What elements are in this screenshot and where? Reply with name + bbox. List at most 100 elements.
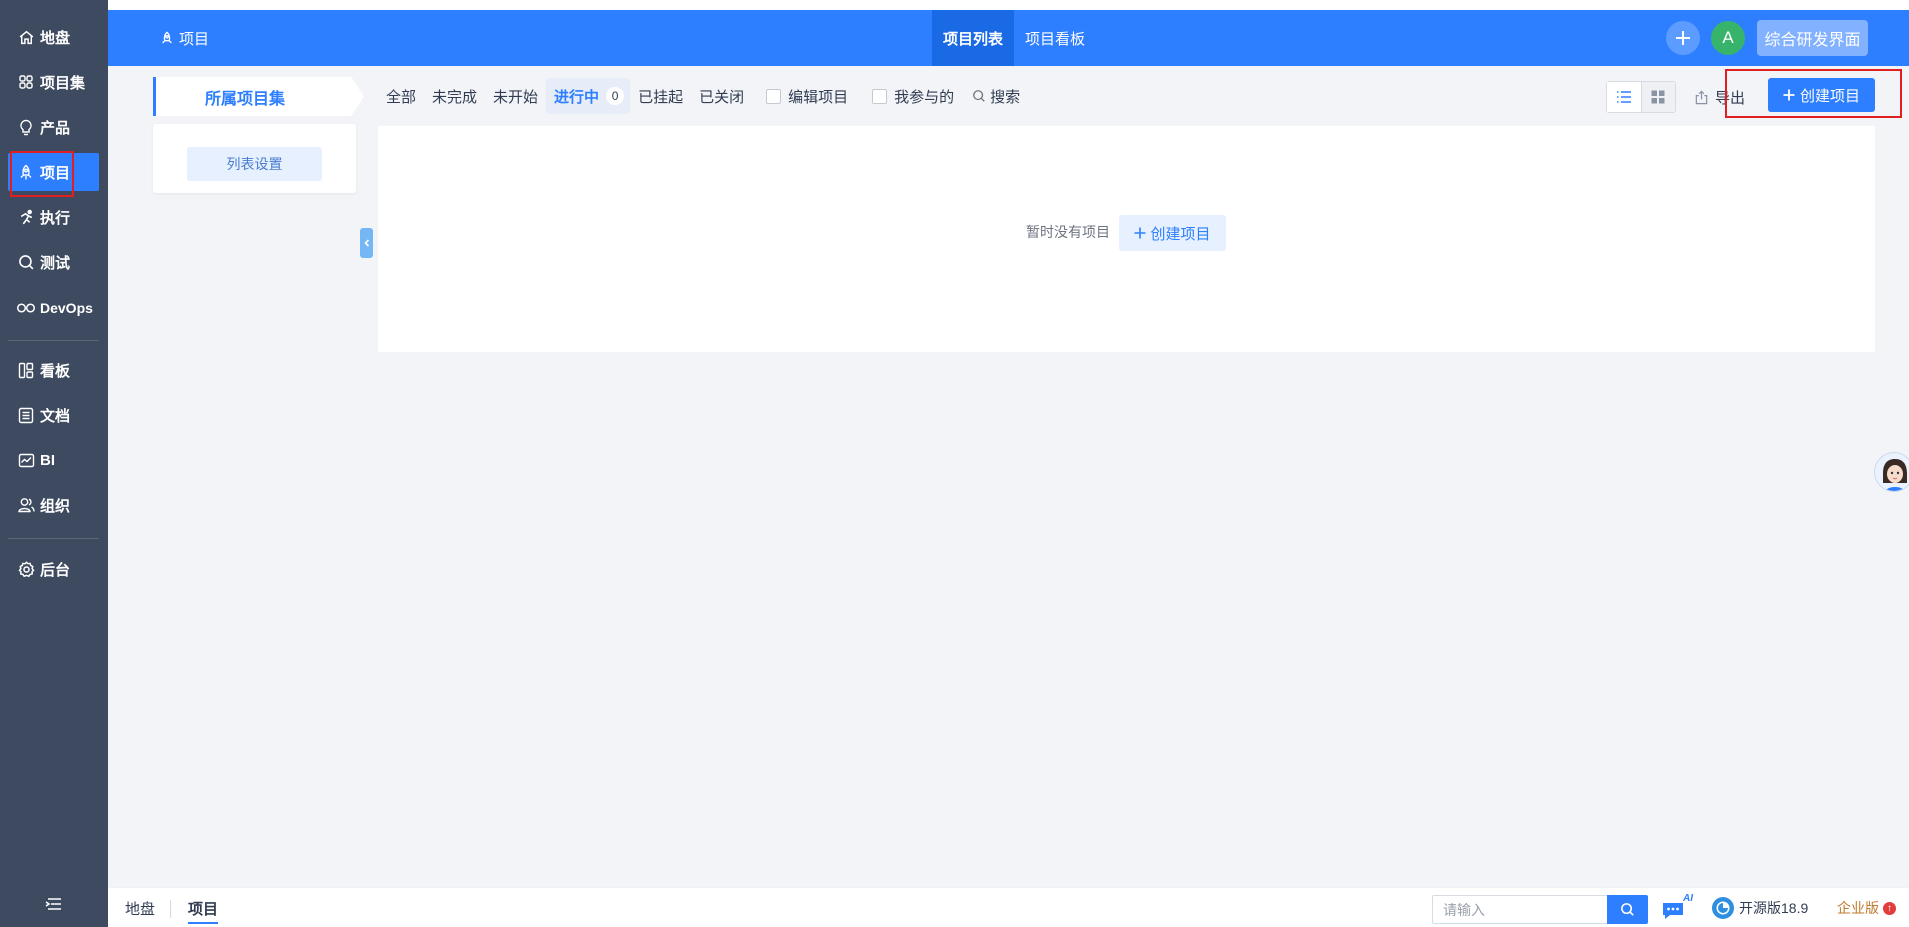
- sidebar-item-label: 后台: [40, 561, 71, 579]
- chevron-left-icon: [363, 239, 369, 247]
- empty-create-label: 创建项目: [1150, 225, 1211, 243]
- bottom-bar: 地盘 项目 请输入 AI 开源版18.9 企业版 ↑: [108, 887, 1909, 927]
- sidebar-item-testing[interactable]: 测试: [8, 243, 99, 281]
- enterprise-edition-link[interactable]: 企业版 ↑: [1837, 888, 1896, 927]
- empty-message: 暂时没有项目: [1026, 224, 1110, 240]
- filter-suspended[interactable]: 已挂起: [630, 78, 691, 114]
- program-set-header[interactable]: 所属项目集: [153, 77, 364, 116]
- top-strip: [0, 0, 1909, 10]
- filter-closed[interactable]: 已关闭: [691, 78, 752, 114]
- ai-badge: AI: [1683, 893, 1693, 904]
- card-view-button[interactable]: [1640, 82, 1675, 112]
- sidebar-item-label: 测试: [40, 254, 71, 272]
- tab-project-kanban[interactable]: 项目看板: [1014, 10, 1096, 66]
- assistant-avatar[interactable]: [1874, 452, 1909, 492]
- search-toggle[interactable]: 搜索: [964, 86, 1028, 107]
- sidebar-item-label: 产品: [40, 119, 71, 137]
- list-view-button[interactable]: [1607, 82, 1641, 112]
- edition-label: 企业版: [1837, 900, 1879, 916]
- version-label: 开源版18.9: [1739, 900, 1809, 916]
- list-icon: [1616, 91, 1631, 103]
- magnifier-icon: [16, 252, 36, 272]
- tab-project-list[interactable]: 项目列表: [932, 10, 1015, 66]
- rocket-icon: [16, 162, 36, 182]
- top-header: 项目 项目列表 项目看板 A 综合研发界面: [108, 10, 1909, 66]
- sidebar-item-label: 看板: [40, 362, 71, 380]
- global-search-input[interactable]: 请输入: [1432, 895, 1612, 924]
- infinity-icon: [16, 298, 36, 318]
- sidebar-item-label: DevOps: [40, 300, 93, 316]
- people-icon: [16, 495, 36, 515]
- upgrade-icon: ↑: [1883, 901, 1896, 915]
- export-icon: [1694, 90, 1709, 105]
- checkbox-label: 我参与的: [894, 88, 955, 106]
- sidebar-item-dashboard[interactable]: 地盘: [8, 18, 99, 56]
- program-set-panel: 列表设置: [153, 124, 356, 193]
- sidebar-item-label: 文档: [40, 407, 71, 425]
- plus-icon: [1134, 227, 1146, 239]
- ai-chat-icon[interactable]: AI: [1661, 893, 1695, 922]
- user-avatar[interactable]: A: [1711, 21, 1745, 55]
- filter-in-progress-label: 进行中: [554, 88, 600, 106]
- running-icon: [16, 207, 36, 227]
- my-involved-checkbox[interactable]: 我参与的: [858, 86, 964, 107]
- export-label: 导出: [1715, 89, 1746, 107]
- grid-icon: [1651, 90, 1665, 104]
- workspace-switch-button[interactable]: 综合研发界面: [1757, 20, 1868, 56]
- sidebar-item-label: 地盘: [40, 29, 71, 47]
- sidebar-item-executions[interactable]: 执行: [8, 198, 99, 236]
- quick-create-button[interactable]: [1666, 21, 1700, 55]
- filter-not-started[interactable]: 未开始: [485, 78, 546, 114]
- sidebar-item-label: 组织: [40, 497, 71, 515]
- create-project-label: 创建项目: [1799, 87, 1860, 105]
- search-icon: [972, 89, 986, 103]
- sidebar-item-docs[interactable]: 文档: [8, 396, 99, 434]
- crumb-separator: [170, 900, 171, 918]
- export-button[interactable]: 导出: [1694, 81, 1745, 113]
- sidebar-item-admin[interactable]: 后台: [8, 550, 99, 588]
- lightbulb-icon: [16, 117, 36, 137]
- version-info[interactable]: 开源版18.9: [1711, 888, 1808, 927]
- breadcrumb-label: 项目: [179, 30, 210, 48]
- sidebar-item-projects[interactable]: 项目: [8, 151, 99, 197]
- chart-icon: [16, 450, 36, 470]
- menu-collapse-icon[interactable]: [44, 895, 64, 913]
- rocket-icon: [160, 31, 174, 46]
- sidebar-item-devops[interactable]: DevOps: [8, 289, 99, 327]
- sidebar-item-kanban[interactable]: 看板: [8, 351, 99, 389]
- sidebar-item-bi[interactable]: BI: [8, 441, 99, 479]
- collapse-sidebar-handle[interactable]: [360, 228, 373, 258]
- sidebar-item-org[interactable]: 组织: [8, 486, 99, 524]
- main-sidebar: 地盘 项目集 产品 项目 执行 测试 DevOps 看板 文档 BI 组织 后台: [0, 0, 108, 927]
- gear-icon: [16, 559, 36, 579]
- filter-in-progress[interactable]: 进行中 0: [546, 78, 631, 114]
- grid-icon: [16, 72, 36, 92]
- filter-all[interactable]: 全部: [378, 78, 424, 114]
- checkbox-label: 编辑项目: [788, 88, 849, 106]
- sidebar-item-products[interactable]: 产品: [8, 108, 99, 146]
- filter-unfinished[interactable]: 未完成: [424, 78, 485, 114]
- project-list-card: 暂时没有项目 创建项目: [378, 126, 1875, 352]
- status-filter-bar: 全部 未完成 未开始 进行中 0 已挂起 已关闭 编辑项目 我参与的 搜索: [378, 77, 1028, 115]
- sidebar-divider: [8, 340, 99, 341]
- list-settings-button[interactable]: 列表设置: [187, 147, 322, 181]
- create-project-button[interactable]: 创建项目: [1768, 78, 1875, 112]
- count-badge: 0: [606, 87, 625, 105]
- sidebar-item-label: BI: [40, 451, 55, 469]
- empty-create-project-button[interactable]: 创建项目: [1119, 215, 1226, 251]
- view-mode-switch: [1606, 81, 1676, 113]
- assistant-avatar-icon: [1883, 459, 1907, 491]
- sidebar-item-programs[interactable]: 项目集: [8, 63, 99, 101]
- global-search-button[interactable]: [1607, 895, 1648, 924]
- header-tabs: 项目列表 项目看板: [932, 10, 1096, 66]
- bottom-crumb-dashboard[interactable]: 地盘: [125, 888, 155, 927]
- sidebar-item-label: 执行: [40, 209, 71, 227]
- bottom-crumb-label: 项目: [188, 900, 219, 918]
- plus-icon: [1783, 89, 1795, 101]
- home-icon: [16, 27, 36, 47]
- bottom-crumb-project[interactable]: 项目: [188, 888, 219, 927]
- header-breadcrumb[interactable]: 项目: [160, 10, 209, 66]
- sidebar-item-label: 项目: [40, 164, 71, 182]
- search-label: 搜索: [990, 88, 1021, 106]
- edit-project-checkbox[interactable]: 编辑项目: [752, 86, 858, 107]
